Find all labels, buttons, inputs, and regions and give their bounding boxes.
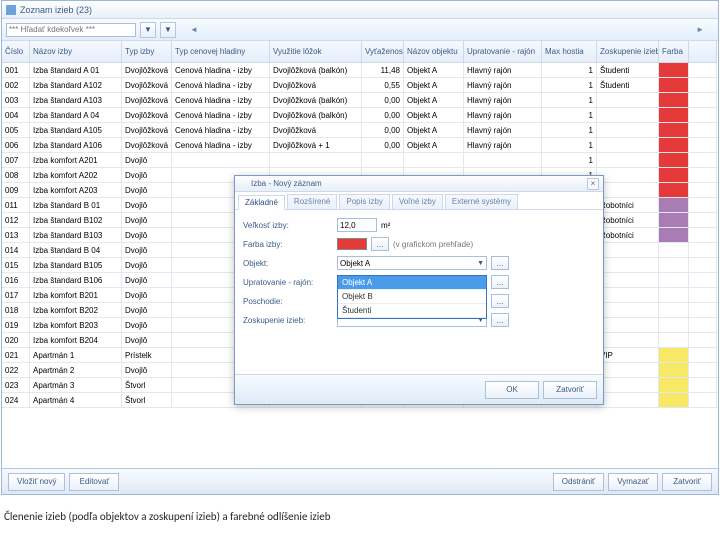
chevron-down-icon: ▼ [477,260,484,267]
close-button[interactable]: Zatvoriť [662,473,712,491]
tab-popis[interactable]: Popis izby [339,194,389,209]
room-dialog: Izba - Nový záznam × Základné Rozšírené … [234,175,604,405]
col-cislo[interactable]: Číslo [2,41,30,63]
slide-caption: Členenie izieb (podľa objektov a zoskupe… [4,510,331,523]
rajon-label: Upratovanie - rajón: [243,278,333,287]
rajon-pick-button[interactable]: ... [491,275,509,289]
object-label: Objekt: [243,259,333,268]
titlebar: Zoznam izieb (23) [2,1,718,19]
edit-button[interactable]: Editovať [69,473,119,491]
dialog-close-icon[interactable]: × [587,178,599,190]
color-note: (v grafickom prehľade) [393,240,473,249]
cancel-button[interactable]: Zatvoriť [543,381,597,399]
color-pick-button[interactable]: ... [371,237,389,251]
dialog-titlebar: Izba - Nový záznam × [235,176,603,192]
object-pick-button[interactable]: ... [491,256,509,270]
grid-header: Číslo Názov izby Typ izby Typ cenovej hl… [2,41,718,63]
col-rajon[interactable]: Upratovanie - rajón [464,41,542,63]
dialog-icon [239,180,247,188]
table-row[interactable]: 005Izba štandard A105DvojlôžkováCenová h… [2,123,718,138]
tab-volne[interactable]: Voľné izby [392,194,443,209]
toolbar: ▼ ▼ ◄ ► [2,19,718,41]
tab-externe[interactable]: Externé systémy [445,194,518,209]
dialog-footer: OK Zatvoriť [235,374,603,404]
col-max[interactable]: Max hostia [542,41,597,63]
delete-button[interactable]: Odstrániť [553,473,604,491]
group-label: Zoskupenie izieb: [243,316,333,325]
column-sort-button[interactable]: ▼ [160,22,176,38]
dropdown-option[interactable]: Objekt B [338,290,486,304]
dialog-body: Veľkosť izby: m² Farba izby: ... (v graf… [235,210,603,335]
dialog-tabs: Základné Rozšírené Popis izby Voľné izby… [235,192,603,210]
tab-rozsirene[interactable]: Rozšírené [287,194,337,209]
dropdown-option[interactable]: Študenti [338,304,486,318]
insert-button[interactable]: Vložiť nový [8,473,65,491]
table-row[interactable]: 006Izba štandard A106Dvojlôžková + 1Ceno… [2,138,718,153]
posch-label: Poschodie: [243,297,333,306]
col-objekt[interactable]: Názov objektu [404,41,464,63]
posch-pick-button[interactable]: ... [491,294,509,308]
size-label: Veľkosť izby: [243,221,333,230]
col-typ[interactable]: Typ izby [122,41,172,63]
col-zosk[interactable]: Zoskupenie izieb [597,41,659,63]
object-dropdown: Objekt A Objekt B Študenti [337,275,487,319]
table-row[interactable]: 001Izba štandard A 01DvojlôžkováCenová h… [2,63,718,78]
col-extra [689,41,717,63]
object-select[interactable]: Objekt A ▼ [337,256,487,270]
size-unit: m² [381,221,390,230]
toolbar-spacer: ◄ ► [180,25,714,34]
col-nazov[interactable]: Názov izby [30,41,122,63]
size-input[interactable] [337,218,377,232]
object-value: Objekt A [340,259,370,268]
app-icon [6,5,16,15]
color-swatch[interactable] [337,238,367,250]
col-farba[interactable]: Farba [659,41,689,63]
tab-zakladne[interactable]: Základné [238,195,285,210]
dropdown-option[interactable]: Objekt A [338,276,486,290]
table-row[interactable]: 003Izba štandard A103DvojlôžkováCenová h… [2,93,718,108]
color-label: Farba izby: [243,240,333,249]
nav-next-icon[interactable]: ► [696,25,704,34]
col-lozka[interactable]: Využitie lôžok [270,41,362,63]
search-prev-button[interactable]: ▼ [140,22,156,38]
mark-button[interactable]: Vymazať [608,473,658,491]
dialog-title: Izba - Nový záznam [251,179,322,188]
table-row[interactable]: 007Izba komfort A201Dvojlô1 [2,153,718,168]
search-input[interactable] [6,23,136,37]
window-title: Zoznam izieb (23) [20,5,92,15]
table-row[interactable]: 004Izba štandard A 04DvojlôžkováCenová h… [2,108,718,123]
nav-prev-icon[interactable]: ◄ [190,25,198,34]
col-vytazenost[interactable]: Vyťaženosť % [362,41,404,63]
group-pick-button[interactable]: ... [491,313,509,327]
footer-bar: Vložiť nový Editovať Odstrániť Vymazať Z… [2,468,718,494]
col-hladina[interactable]: Typ cenovej hladiny [172,41,270,63]
ok-button[interactable]: OK [485,381,539,399]
table-row[interactable]: 002Izba štandard A102DvojlôžkováCenová h… [2,78,718,93]
